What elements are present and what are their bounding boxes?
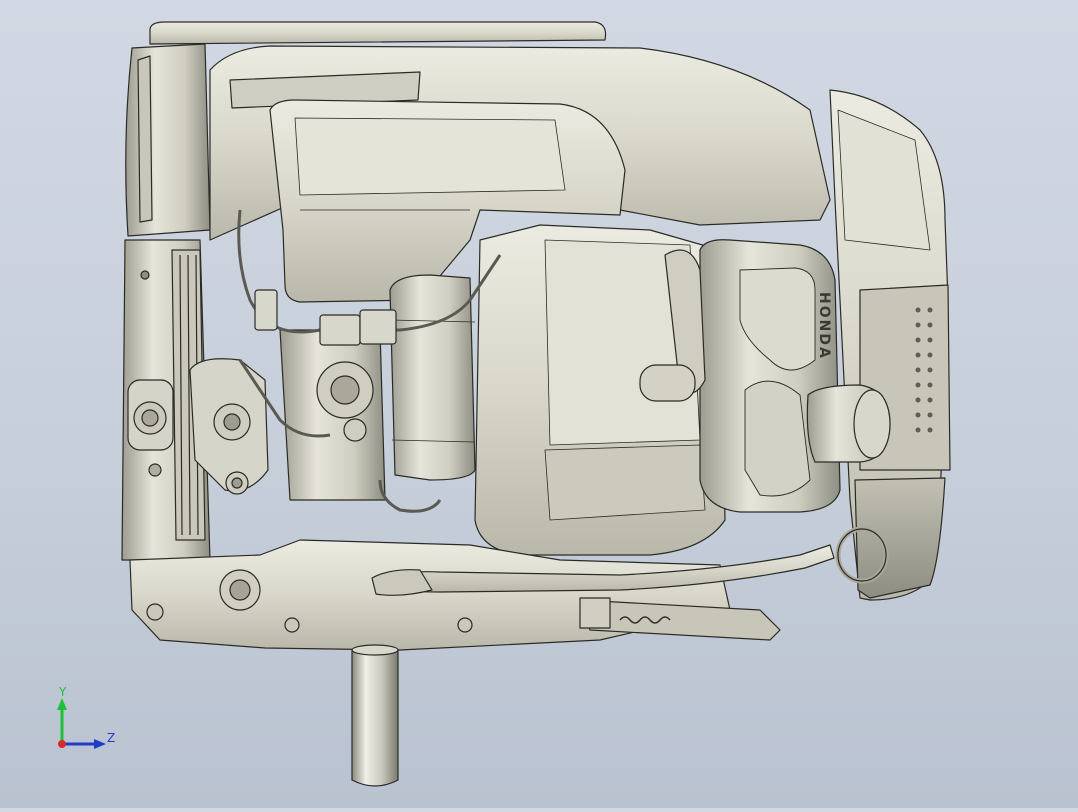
y-axis-label: Y <box>58 686 67 699</box>
cad-viewport[interactable]: HONDA <box>0 0 1078 808</box>
coordinate-triad: Y Z <box>50 685 120 756</box>
brand-label: HONDA <box>816 292 832 360</box>
crankcase-base <box>129 539 731 651</box>
coordinate-triad-icon: Y Z <box>57 685 115 749</box>
top-cover-plate <box>149 21 607 45</box>
fuel-filter <box>389 274 476 481</box>
engine-model[interactable]: HONDA <box>0 0 1078 808</box>
crankshaft <box>351 649 399 787</box>
z-axis-label: Z <box>107 731 115 745</box>
